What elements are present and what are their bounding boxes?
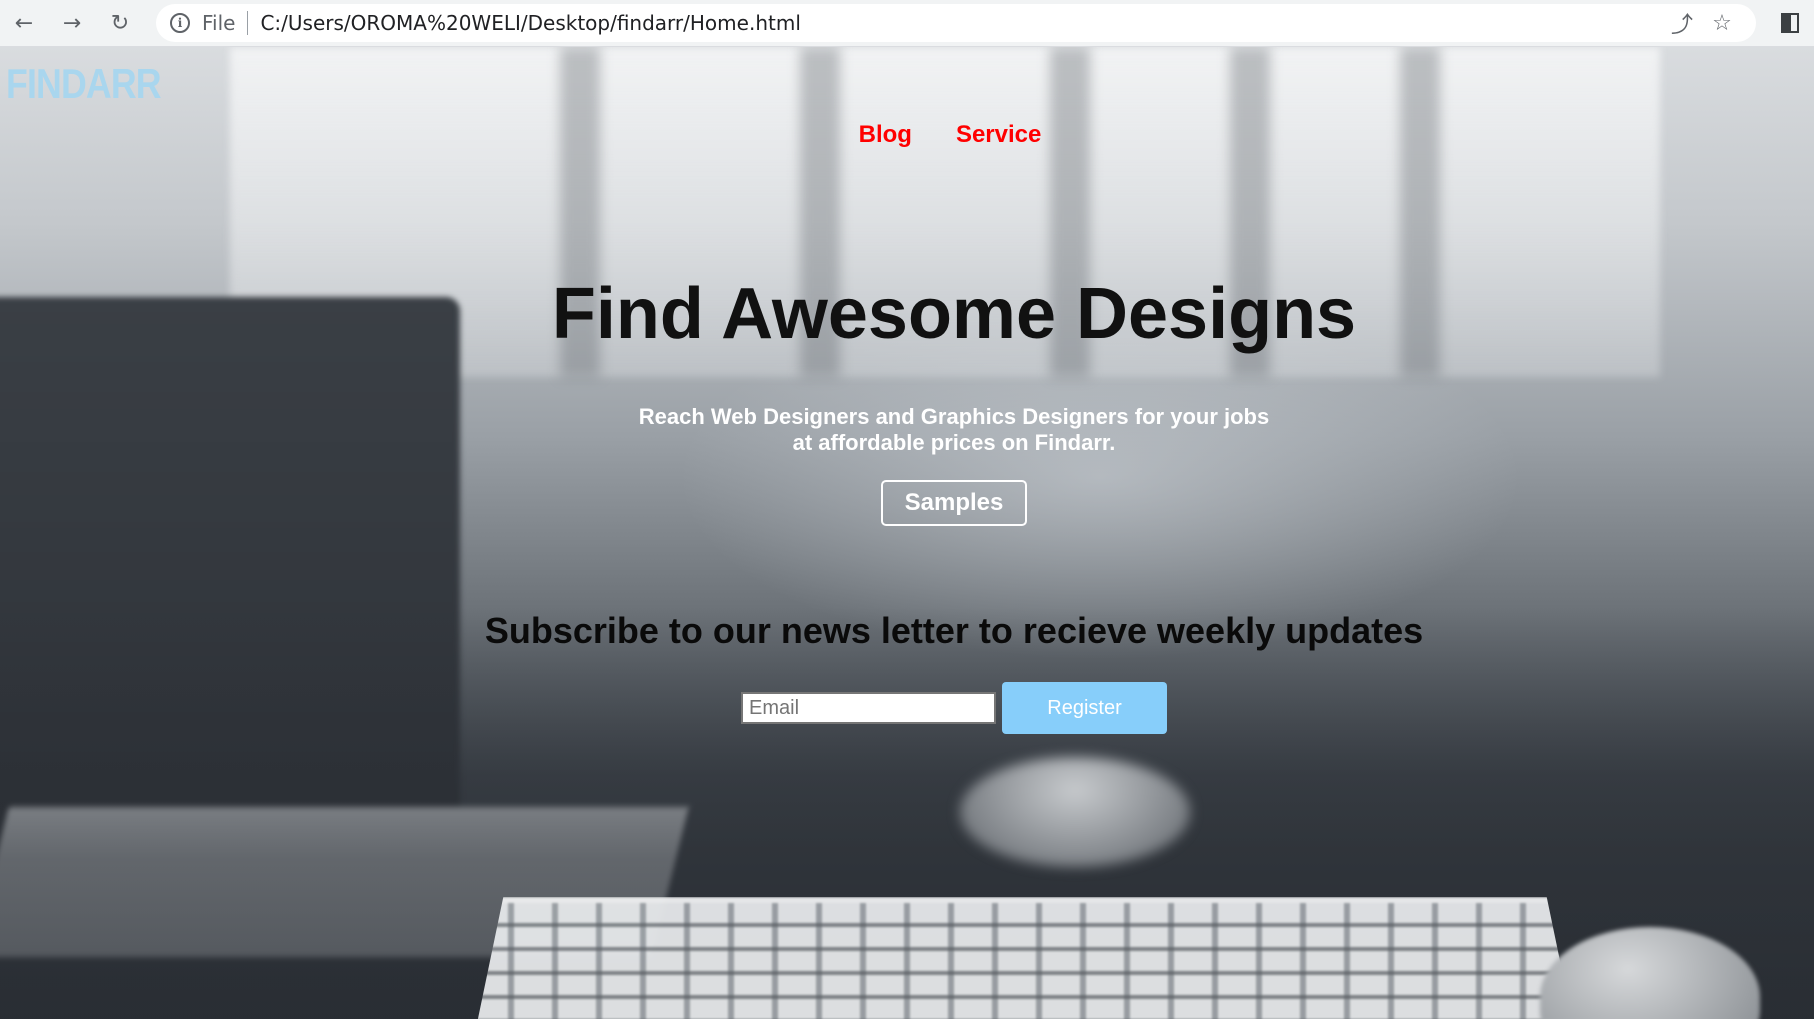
back-button[interactable]: ← xyxy=(0,3,48,43)
arrow-left-icon: ← xyxy=(14,10,34,36)
nav-link-blog[interactable]: Blog xyxy=(859,121,912,149)
address-divider xyxy=(247,11,249,35)
hero-subtitle: Reach Web Designers and Graphics Designe… xyxy=(0,404,1814,456)
url-text[interactable]: C:/Users/OROMA%20WELI/Desktop/findarr/Ho… xyxy=(260,11,800,35)
site-logo[interactable]: FINDARR xyxy=(6,60,162,108)
share-icon[interactable]: ⤴ xyxy=(1662,7,1702,39)
side-panel-icon xyxy=(1781,13,1799,33)
info-icon[interactable]: i xyxy=(170,13,190,33)
browser-toolbar: ← → ↻ i File C:/Users/OROMA%20WELI/Deskt… xyxy=(0,0,1814,47)
register-button[interactable]: Register xyxy=(1002,682,1167,734)
hero-subtitle-line-2: at affordable prices on Findarr. xyxy=(792,430,1116,455)
main-nav: Blog Service xyxy=(0,121,1814,149)
reload-icon: ↻ xyxy=(110,10,130,36)
samples-button[interactable]: Samples xyxy=(881,480,1027,526)
side-panel-button[interactable] xyxy=(1766,3,1814,43)
scheme-label: File xyxy=(202,11,236,35)
email-field[interactable] xyxy=(741,692,996,724)
forward-button[interactable]: → xyxy=(48,3,96,43)
arrow-right-icon: → xyxy=(62,10,82,36)
hero-title: Find Awesome Designs xyxy=(551,274,1357,354)
address-bar[interactable]: i File C:/Users/OROMA%20WELI/Desktop/fin… xyxy=(156,4,1756,42)
background-keyboard xyxy=(470,897,1580,1019)
hero-subtitle-line-1: Reach Web Designers and Graphics Designe… xyxy=(638,404,1270,429)
star-icon[interactable]: ☆ xyxy=(1702,11,1742,36)
nav-link-service[interactable]: Service xyxy=(956,121,1041,149)
page-viewport: FINDARR Blog Service Find Awesome Design… xyxy=(0,47,1814,1019)
reload-button[interactable]: ↻ xyxy=(96,3,144,43)
newsletter-title: Subscribe to our news letter to recieve … xyxy=(484,610,1424,651)
